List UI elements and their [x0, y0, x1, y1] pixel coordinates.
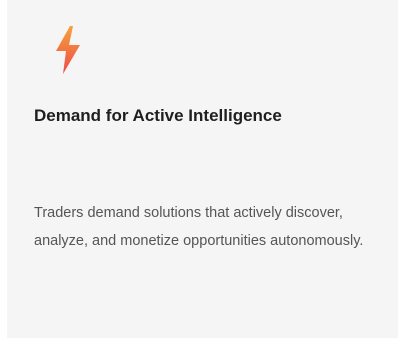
lightning-bolt-icon: [56, 26, 80, 74]
card-title: Demand for Active Intelligence: [34, 106, 282, 125]
card-description: Traders demand solutions that actively d…: [34, 205, 364, 249]
feature-card: Demand for Active Intelligence Traders d…: [7, 0, 398, 338]
